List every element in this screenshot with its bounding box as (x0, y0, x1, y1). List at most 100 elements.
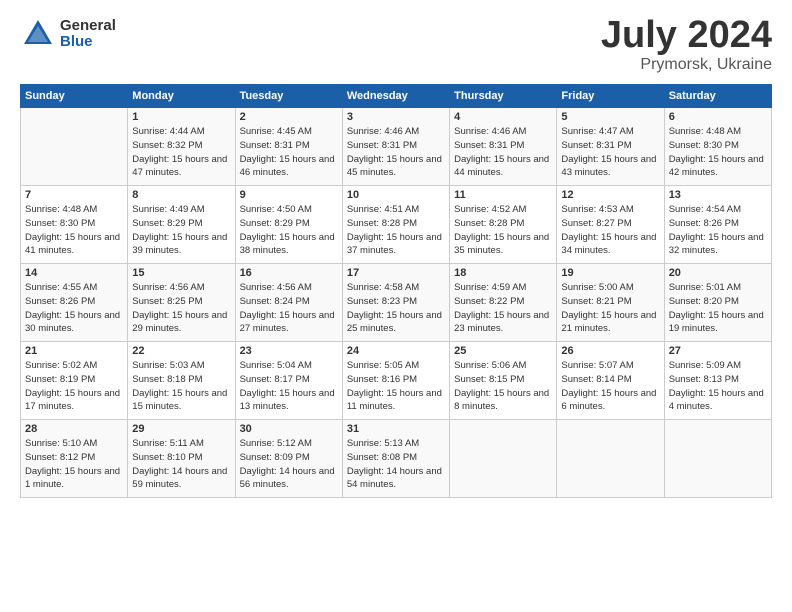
day-number: 30 (240, 423, 338, 435)
sunrise-text: Sunrise: 4:55 AM (25, 281, 123, 295)
day-number: 26 (561, 345, 659, 357)
sunrise-text: Sunrise: 5:01 AM (669, 281, 767, 295)
day-info: Sunrise: 4:50 AMSunset: 8:29 PMDaylight:… (240, 203, 338, 258)
sunset-text: Sunset: 8:28 PM (454, 217, 552, 231)
sunrise-text: Sunrise: 4:46 AM (454, 125, 552, 139)
day-cell: 10Sunrise: 4:51 AMSunset: 8:28 PMDayligh… (342, 186, 449, 264)
sunset-text: Sunset: 8:30 PM (25, 217, 123, 231)
day-info: Sunrise: 5:03 AMSunset: 8:18 PMDaylight:… (132, 359, 230, 414)
day-info: Sunrise: 4:47 AMSunset: 8:31 PMDaylight:… (561, 125, 659, 180)
day-number: 27 (669, 345, 767, 357)
day-cell: 29 Sunrise: 5:11 AMSunset: 8:10 PMDayligh… (128, 420, 235, 498)
day-number: 14 (25, 267, 123, 279)
sunrise-text: Sunrise: 5:13 AM (347, 437, 445, 451)
day-info: Sunrise: 4:56 AMSunset: 8:25 PMDaylight:… (132, 281, 230, 336)
day-number: 1 (132, 111, 230, 123)
sunrise-text: Sunrise: 4:56 AM (132, 281, 230, 295)
day-number: 25 (454, 345, 552, 357)
day-cell (557, 420, 664, 498)
logo-text: General Blue (60, 18, 116, 51)
col-header-sunday: Sunday (21, 85, 128, 108)
sunset-text: Sunset: 8:18 PM (132, 373, 230, 387)
day-info: Sunrise: 4:59 AMSunset: 8:22 PMDaylight:… (454, 281, 552, 336)
sunset-text: Sunset: 8:21 PM (561, 295, 659, 309)
day-info: Sunrise: 5:01 AMSunset: 8:20 PMDaylight:… (669, 281, 767, 336)
sunrise-text: Sunrise: 5:07 AM (561, 359, 659, 373)
day-cell: 13Sunrise: 4:54 AMSunset: 8:26 PMDayligh… (664, 186, 771, 264)
daylight-text: Daylight: 15 hours and 32 minutes. (669, 231, 767, 259)
daylight-text: Daylight: 14 hours and 56 minutes. (240, 465, 338, 493)
day-cell: 3Sunrise: 4:46 AMSunset: 8:31 PMDaylight… (342, 108, 449, 186)
day-cell: 18Sunrise: 4:59 AMSunset: 8:22 PMDayligh… (450, 264, 557, 342)
day-number: 23 (240, 345, 338, 357)
page: General Blue July 2024 Prymorsk, Ukraine… (0, 0, 792, 612)
day-number: 28 (25, 423, 123, 435)
col-header-monday: Monday (128, 85, 235, 108)
day-info: Sunrise: 4:48 AMSunset: 8:30 PMDaylight:… (25, 203, 123, 258)
day-info: Sunrise: 4:52 AMSunset: 8:28 PMDaylight:… (454, 203, 552, 258)
day-info: Sunrise: 4:54 AMSunset: 8:26 PMDaylight:… (669, 203, 767, 258)
week-row-2: 7 Sunrise: 4:48 AMSunset: 8:30 PMDaylight… (21, 186, 772, 264)
sunset-text: Sunset: 8:30 PM (669, 139, 767, 153)
day-cell: 24Sunrise: 5:05 AMSunset: 8:16 PMDayligh… (342, 342, 449, 420)
sunrise-text: Sunrise: 4:52 AM (454, 203, 552, 217)
day-info: Sunrise: 5:11 AMSunset: 8:10 PMDaylight:… (132, 437, 230, 492)
day-number: 4 (454, 111, 552, 123)
day-number: 6 (669, 111, 767, 123)
sunrise-text: Sunrise: 4:49 AM (132, 203, 230, 217)
daylight-text: Daylight: 15 hours and 45 minutes. (347, 153, 445, 181)
sunset-text: Sunset: 8:24 PM (240, 295, 338, 309)
daylight-text: Daylight: 15 hours and 39 minutes. (132, 231, 230, 259)
calendar-body: 1Sunrise: 4:44 AMSunset: 8:32 PMDaylight… (21, 108, 772, 498)
day-cell (450, 420, 557, 498)
day-cell: 22 Sunrise: 5:03 AMSunset: 8:18 PMDayligh… (128, 342, 235, 420)
sunset-text: Sunset: 8:28 PM (347, 217, 445, 231)
sunset-text: Sunset: 8:29 PM (240, 217, 338, 231)
day-number: 29 (132, 423, 230, 435)
day-cell: 6 Sunrise: 4:48 AMSunset: 8:30 PMDaylight… (664, 108, 771, 186)
daylight-text: Daylight: 15 hours and 27 minutes. (240, 309, 338, 337)
sunrise-text: Sunrise: 5:03 AM (132, 359, 230, 373)
title-location: Prymorsk, Ukraine (601, 56, 772, 74)
day-info: Sunrise: 5:12 AMSunset: 8:09 PMDaylight:… (240, 437, 338, 492)
daylight-text: Daylight: 15 hours and 43 minutes. (561, 153, 659, 181)
sunset-text: Sunset: 8:12 PM (25, 451, 123, 465)
day-info: Sunrise: 4:56 AMSunset: 8:24 PMDaylight:… (240, 281, 338, 336)
sunset-text: Sunset: 8:31 PM (454, 139, 552, 153)
daylight-text: Daylight: 15 hours and 15 minutes. (132, 387, 230, 415)
day-cell: 19Sunrise: 5:00 AMSunset: 8:21 PMDayligh… (557, 264, 664, 342)
daylight-text: Daylight: 15 hours and 13 minutes. (240, 387, 338, 415)
day-cell: 16Sunrise: 4:56 AMSunset: 8:24 PMDayligh… (235, 264, 342, 342)
day-cell: 9Sunrise: 4:50 AMSunset: 8:29 PMDaylight… (235, 186, 342, 264)
sunrise-text: Sunrise: 4:58 AM (347, 281, 445, 295)
sunset-text: Sunset: 8:22 PM (454, 295, 552, 309)
sunset-text: Sunset: 8:08 PM (347, 451, 445, 465)
daylight-text: Daylight: 15 hours and 38 minutes. (240, 231, 338, 259)
sunset-text: Sunset: 8:26 PM (25, 295, 123, 309)
sunset-text: Sunset: 8:15 PM (454, 373, 552, 387)
day-cell: 15 Sunrise: 4:56 AMSunset: 8:25 PMDayligh… (128, 264, 235, 342)
day-number: 15 (132, 267, 230, 279)
sunrise-text: Sunrise: 4:47 AM (561, 125, 659, 139)
day-info: Sunrise: 5:04 AMSunset: 8:17 PMDaylight:… (240, 359, 338, 414)
daylight-text: Daylight: 15 hours and 25 minutes. (347, 309, 445, 337)
sunrise-text: Sunrise: 5:12 AM (240, 437, 338, 451)
title-block: July 2024 Prymorsk, Ukraine (601, 16, 772, 74)
day-info: Sunrise: 5:13 AMSunset: 8:08 PMDaylight:… (347, 437, 445, 492)
day-cell: 23 Sunrise: 5:04 AMSunset: 8:17 PMDayligh… (235, 342, 342, 420)
sunset-text: Sunset: 8:25 PM (132, 295, 230, 309)
day-info: Sunrise: 4:51 AMSunset: 8:28 PMDaylight:… (347, 203, 445, 258)
day-number: 22 (132, 345, 230, 357)
sunrise-text: Sunrise: 5:05 AM (347, 359, 445, 373)
col-header-friday: Friday (557, 85, 664, 108)
daylight-text: Daylight: 15 hours and 6 minutes. (561, 387, 659, 415)
day-number: 7 (25, 189, 123, 201)
week-row-3: 14 Sunrise: 4:55 AMSunset: 8:26 PM Dayligh… (21, 264, 772, 342)
daylight-text: Daylight: 15 hours and 46 minutes. (240, 153, 338, 181)
daylight-text: Daylight: 15 hours and 4 minutes. (669, 387, 767, 415)
calendar-table: SundayMondayTuesdayWednesdayThursdayFrid… (20, 84, 772, 498)
day-cell: 21Sunrise: 5:02 AMSunset: 8:19 PMDayligh… (21, 342, 128, 420)
day-cell: 30 Sunrise: 5:12 AMSunset: 8:09 PMDayligh… (235, 420, 342, 498)
daylight-text: Daylight: 15 hours and 42 minutes. (669, 153, 767, 181)
sunrise-text: Sunrise: 4:48 AM (669, 125, 767, 139)
